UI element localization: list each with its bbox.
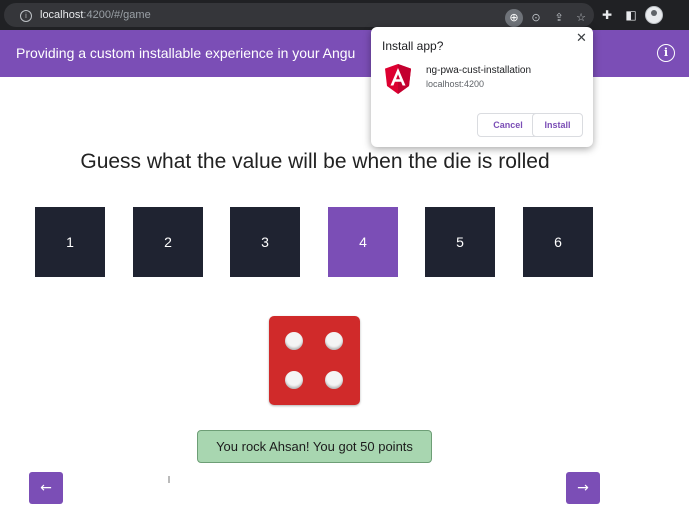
scroll-indicator (168, 476, 170, 483)
choice-2[interactable]: 2 (133, 207, 203, 277)
install-app-dialog: Install app? ✕ ng-pwa-cust-installation … (371, 27, 593, 147)
browser-toolbar: i localhost:4200/#/game ⊕ ⊙ ⇪ ☆ ✚ ◧ (0, 0, 689, 30)
site-info-icon[interactable]: i (20, 10, 32, 22)
dialog-title: Install app? (382, 39, 444, 53)
choice-6[interactable]: 6 (523, 207, 593, 277)
die-pip (325, 332, 343, 350)
game-heading: Guess what the value will be when the di… (80, 150, 550, 173)
url-text[interactable]: localhost:4200/#/game (40, 8, 151, 22)
info-icon[interactable]: i (657, 44, 675, 62)
close-icon[interactable]: ✕ (576, 31, 587, 46)
extensions-icon[interactable]: ✚ (598, 6, 616, 24)
profile-avatar[interactable] (645, 6, 663, 24)
choice-4-selected[interactable]: 4 (328, 207, 398, 277)
result-message: You rock Ahsan! You got 50 points (197, 430, 432, 463)
url-host: localhost (40, 9, 84, 21)
sidebar-icon[interactable]: ◧ (622, 6, 640, 24)
share-icon[interactable]: ⇪ (550, 9, 568, 27)
die-face-four (269, 316, 360, 405)
zoom-icon[interactable]: ⊙ (527, 9, 545, 27)
choice-3[interactable]: 3 (230, 207, 300, 277)
install-app-icon[interactable]: ⊕ (505, 9, 523, 27)
url-path: :4200/#/game (83, 9, 151, 21)
arrow-left-icon: ← (40, 480, 52, 496)
angular-logo-icon (385, 64, 411, 94)
dialog-app-name: ng-pwa-cust-installation (426, 65, 532, 76)
cancel-button[interactable]: Cancel (477, 113, 539, 137)
previous-button[interactable]: ← (29, 472, 63, 504)
next-button[interactable]: → (566, 472, 600, 504)
die-pip (285, 332, 303, 350)
address-bar[interactable]: i localhost:4200/#/game ⊕ ⊙ ⇪ ☆ (4, 3, 594, 27)
install-button[interactable]: Install (532, 113, 583, 137)
choice-1[interactable]: 1 (35, 207, 105, 277)
arrow-right-icon: → (577, 480, 589, 496)
app-title: Providing a custom installable experienc… (16, 45, 356, 61)
die-pip (285, 371, 303, 389)
dialog-origin: localhost:4200 (426, 79, 485, 89)
die-pip (325, 371, 343, 389)
bookmark-star-icon[interactable]: ☆ (572, 9, 590, 27)
choice-5[interactable]: 5 (425, 207, 495, 277)
